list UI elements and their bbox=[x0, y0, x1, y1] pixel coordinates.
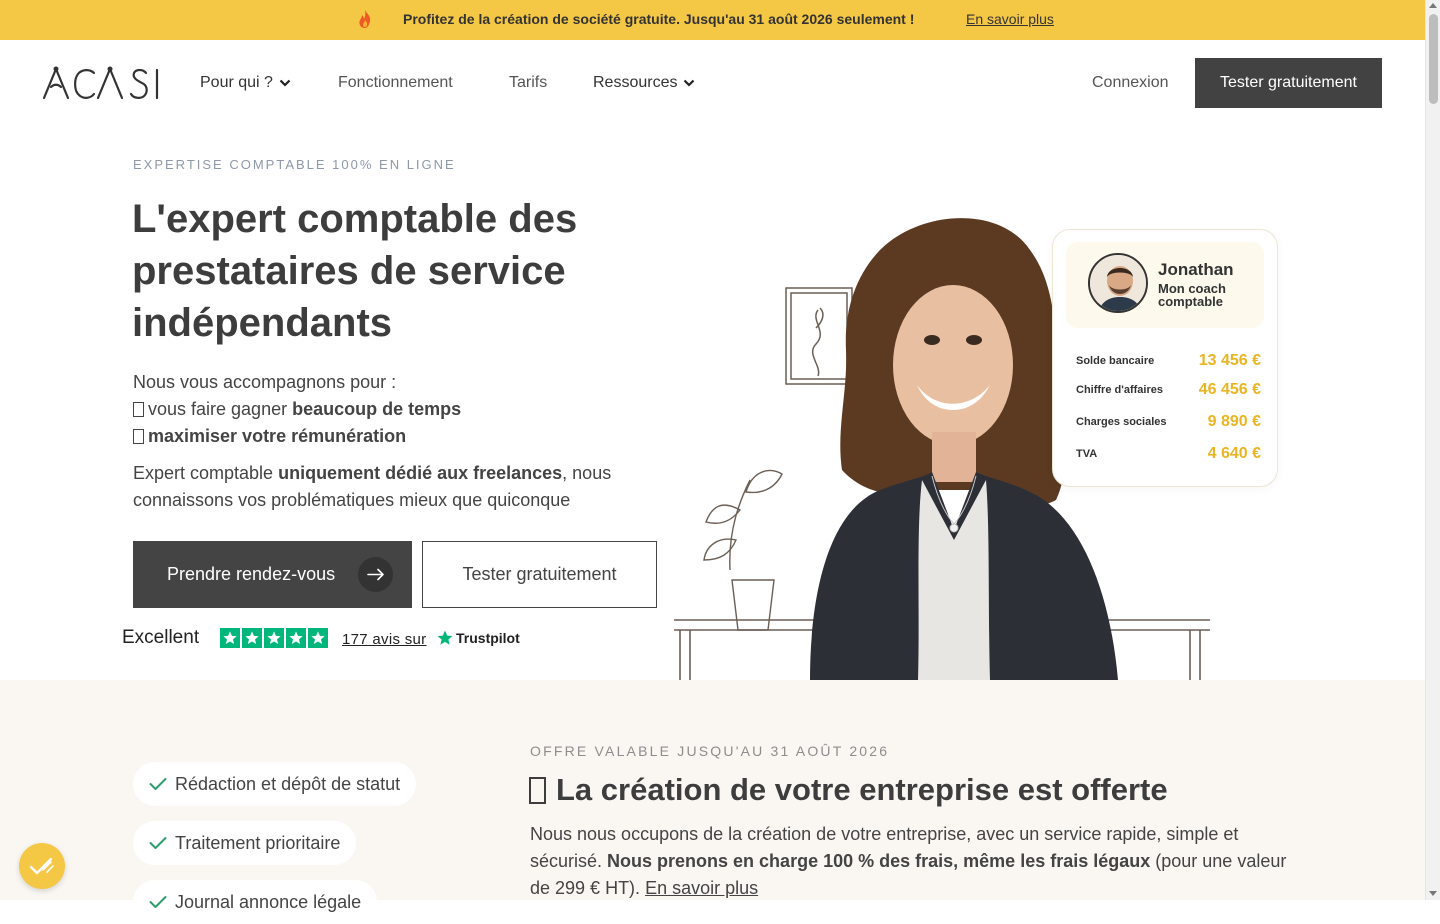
scroll-thumb[interactable] bbox=[1429, 14, 1438, 104]
star-icon bbox=[308, 628, 328, 648]
star-icon bbox=[264, 628, 284, 648]
metric-row: TVA 4 640 € bbox=[1076, 445, 1261, 463]
bullet-box-icon bbox=[133, 402, 144, 417]
feature-pill: Rédaction et dépôt de statut bbox=[133, 762, 417, 806]
check-sparkle-icon bbox=[29, 857, 54, 875]
fire-icon bbox=[359, 10, 371, 28]
intro-line: Nous vous accompagnons pour : bbox=[133, 372, 397, 392]
bullet-box-icon bbox=[133, 429, 144, 444]
trustpilot-logo[interactable]: Trustpilot bbox=[436, 629, 520, 647]
star-icon bbox=[220, 628, 240, 648]
metric-value: 13 456 € bbox=[1198, 352, 1261, 369]
metric-label: Chiffre d'affaires bbox=[1076, 384, 1163, 396]
metric-label: Solde bancaire bbox=[1076, 355, 1155, 367]
offer-eyebrow: OFFRE VALABLE JUSQU'AU 31 AOÛT 2026 bbox=[530, 743, 890, 759]
header-try-free-button[interactable]: Tester gratuitement bbox=[1195, 58, 1382, 108]
offer-description: Nous nous occupons de la création de vot… bbox=[530, 824, 1287, 898]
scroll-up-arrow-icon[interactable] bbox=[1429, 3, 1437, 8]
page-scrollbar[interactable] bbox=[1425, 0, 1440, 900]
cookie-preferences-button[interactable] bbox=[19, 843, 65, 889]
trustpilot-rating-word: Excellent bbox=[122, 627, 200, 648]
hero-intro: Nous vous accompagnons pour : vous faire… bbox=[133, 369, 673, 514]
chevron-down-icon bbox=[684, 79, 695, 87]
promo-message: Profitez de la création de société gratu… bbox=[403, 11, 915, 27]
trustpilot-reviews-link[interactable]: 177 avis sur bbox=[342, 631, 426, 648]
check-icon bbox=[149, 837, 167, 849]
title-box-icon bbox=[529, 777, 546, 804]
coach-avatar bbox=[1088, 253, 1148, 313]
metric-row: Solde bancaire 13 456 € bbox=[1076, 352, 1261, 370]
metric-row: Charges sociales 9 890 € bbox=[1076, 413, 1261, 431]
nav-tarifs[interactable]: Tarifs bbox=[509, 74, 547, 92]
intro-freelance-paragraph: Expert comptable uniquement dédié aux fr… bbox=[133, 463, 612, 510]
promo-learn-more-link[interactable]: En savoir plus bbox=[966, 11, 1054, 27]
metric-value: 46 456 € bbox=[1198, 381, 1261, 398]
coach-role: Mon coach comptable bbox=[1158, 281, 1226, 309]
trustpilot-stars bbox=[220, 628, 328, 648]
metric-value: 4 640 € bbox=[1207, 445, 1261, 462]
nav-pour-qui[interactable]: Pour qui ? bbox=[200, 74, 291, 92]
scroll-down-arrow-icon[interactable] bbox=[1429, 891, 1437, 896]
nav-fonctionnement[interactable]: Fonctionnement bbox=[338, 74, 453, 92]
coach-header: Jonathan Mon coach comptable bbox=[1066, 242, 1264, 328]
chevron-down-icon bbox=[279, 79, 291, 87]
intro-bullet-remuneration: maximiser votre rémunération bbox=[133, 423, 673, 450]
metric-value: 9 890 € bbox=[1207, 413, 1261, 430]
intro-bullet-time: vous faire gagner beaucoup de temps bbox=[133, 396, 673, 423]
offer-learn-more-link[interactable]: En savoir plus bbox=[645, 878, 758, 898]
hero-eyebrow: EXPERTISE COMPTABLE 100% EN LIGNE bbox=[133, 157, 456, 172]
promo-banner: Profitez de la création de société gratu… bbox=[0, 0, 1425, 40]
hero-try-free-button[interactable]: Tester gratuitement bbox=[422, 541, 657, 608]
offer-title: La création de votre entreprise est offe… bbox=[529, 772, 1168, 808]
metric-row: Chiffre d'affaires 46 456 € bbox=[1076, 381, 1261, 399]
check-icon bbox=[149, 778, 167, 790]
star-icon bbox=[242, 628, 262, 648]
metric-label: TVA bbox=[1076, 448, 1098, 460]
trustpilot-star-icon bbox=[437, 630, 453, 645]
metric-label: Charges sociales bbox=[1076, 416, 1167, 428]
coach-name: Jonathan bbox=[1158, 260, 1234, 279]
acasi-logo[interactable] bbox=[42, 64, 162, 102]
book-appointment-button[interactable]: Prendre rendez-vous bbox=[133, 541, 412, 608]
coach-card: Jonathan Mon coach comptable Solde banca… bbox=[1052, 229, 1278, 487]
arrow-right-icon bbox=[358, 557, 393, 592]
nav-ressources[interactable]: Ressources bbox=[593, 74, 695, 92]
hero-title: L'expert comptable des prestataires de s… bbox=[132, 197, 578, 345]
feature-pill: Journal annonce légale bbox=[133, 880, 378, 924]
star-icon bbox=[286, 628, 306, 648]
feature-pill: Traitement prioritaire bbox=[133, 821, 357, 865]
login-link[interactable]: Connexion bbox=[1092, 74, 1169, 92]
check-icon bbox=[149, 896, 167, 908]
